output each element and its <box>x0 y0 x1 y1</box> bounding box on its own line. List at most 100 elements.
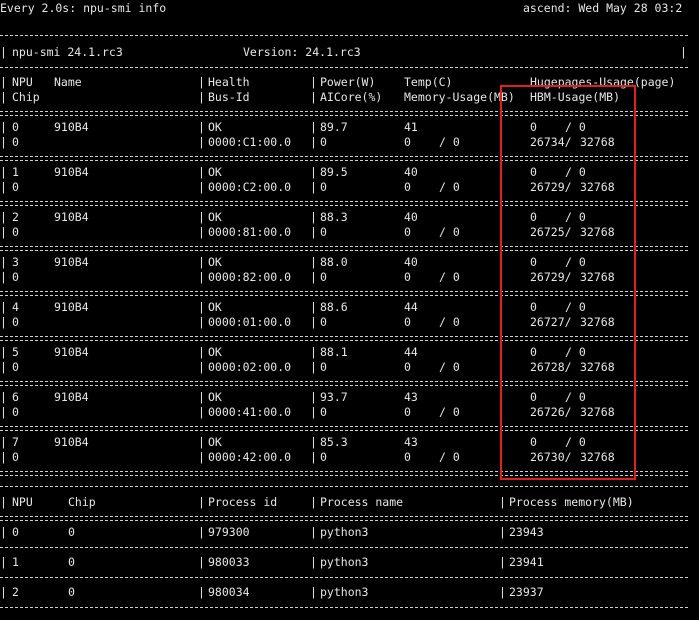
bar: | <box>310 165 317 179</box>
bar: | <box>198 120 205 134</box>
proc-npu: 0 <box>12 525 19 539</box>
bar: | <box>0 180 7 194</box>
bar: | <box>198 180 205 194</box>
col-process-name: Process name <box>320 495 404 509</box>
temperature: 41 <box>404 120 418 134</box>
chip-id: 0 <box>12 225 19 239</box>
aicore-usage: 0 <box>320 135 327 149</box>
memory-total: / 0 <box>439 180 460 194</box>
aicore-usage: 0 <box>320 315 327 329</box>
col-memory-usage: Memory-Usage(MB) <box>404 90 515 104</box>
npu-id: 1 <box>12 165 19 179</box>
tool-name: npu-smi 24.1.rc3 <box>12 45 123 59</box>
col-chip: Chip <box>12 90 40 104</box>
memory-used: 0 <box>404 405 411 419</box>
aicore-usage: 0 <box>320 450 327 464</box>
col-aicore: AICore(%) <box>320 90 383 104</box>
npu-name: 910B4 <box>54 345 89 359</box>
bar: | <box>310 435 317 449</box>
chip-id: 0 <box>12 270 19 284</box>
bar: | <box>310 120 317 134</box>
bar: | <box>0 450 7 464</box>
bar: | <box>0 435 7 449</box>
bar: | <box>310 135 317 149</box>
npu-id: 4 <box>12 300 19 314</box>
bar: | <box>310 360 317 374</box>
temperature: 43 <box>404 390 418 404</box>
bar: | <box>0 225 7 239</box>
memory-used: 0 <box>404 315 411 329</box>
host-time: ascend: Wed May 28 03:2 <box>523 1 683 15</box>
memory-used: 0 <box>404 270 411 284</box>
aicore-usage: 0 <box>320 180 327 194</box>
double-separator <box>0 516 688 521</box>
bus-id: 0000:42:00.0 <box>208 450 292 464</box>
process-memory: 23941 <box>509 555 544 569</box>
col-health: Health <box>208 75 250 89</box>
bar: | <box>198 495 205 509</box>
col-npu: NPU <box>12 75 33 89</box>
bar: | <box>0 210 7 224</box>
power: 93.7 <box>320 390 348 404</box>
proc-chip: 0 <box>68 585 75 599</box>
bar: | <box>198 435 205 449</box>
bar: | <box>198 315 205 329</box>
memory-used: 0 <box>404 180 411 194</box>
bus-id: 0000:C1:00.0 <box>208 135 292 149</box>
bar: | <box>198 405 205 419</box>
chip-id: 0 <box>12 180 19 194</box>
col-power: Power(W) <box>320 75 376 89</box>
proc-npu: 2 <box>12 585 19 599</box>
npu-name: 910B4 <box>54 255 89 269</box>
health: OK <box>208 300 222 314</box>
col-bus-id: Bus-Id <box>208 90 250 104</box>
temperature: 44 <box>404 345 418 359</box>
memory-used: 0 <box>404 360 411 374</box>
bar: | <box>310 345 317 359</box>
npu-id: 0 <box>12 120 19 134</box>
bar: | <box>0 270 7 284</box>
temperature: 43 <box>404 435 418 449</box>
col-process-memory: Process memory(MB) <box>509 495 634 509</box>
box-edge: | <box>680 45 687 59</box>
memory-used: 0 <box>404 225 411 239</box>
bar: | <box>310 390 317 404</box>
bus-id: 0000:02:00.0 <box>208 360 292 374</box>
bar: | <box>499 585 506 599</box>
bar: | <box>0 525 7 539</box>
proc-npu: 1 <box>12 555 19 569</box>
bar: | <box>499 525 506 539</box>
bar: | <box>310 525 317 539</box>
power: 85.3 <box>320 435 348 449</box>
npu-name: 910B4 <box>54 300 89 314</box>
bar: | <box>310 225 317 239</box>
health: OK <box>208 390 222 404</box>
bar: | <box>0 495 7 509</box>
memory-total: / 0 <box>439 405 460 419</box>
separator <box>0 67 688 68</box>
health: OK <box>208 435 222 449</box>
chip-id: 0 <box>12 315 19 329</box>
power: 88.0 <box>320 255 348 269</box>
bar: | <box>310 300 317 314</box>
temperature: 44 <box>404 300 418 314</box>
tool-version: Version: 24.1.rc3 <box>243 45 361 59</box>
bar: | <box>310 585 317 599</box>
temperature: 40 <box>404 210 418 224</box>
bar: | <box>310 315 317 329</box>
npu-id: 6 <box>12 390 19 404</box>
bar: | <box>0 555 7 569</box>
memory-total: / 0 <box>439 135 460 149</box>
box-edge: | <box>0 45 7 59</box>
proc-chip: 0 <box>68 555 75 569</box>
bar: | <box>0 120 7 134</box>
npu-id: 2 <box>12 210 19 224</box>
bar: | <box>310 210 317 224</box>
npu-name: 910B4 <box>54 210 89 224</box>
process-id: 980034 <box>208 585 250 599</box>
watch-command: Every 2.0s: npu-smi info <box>0 1 167 15</box>
col-temp: Temp(C) <box>404 75 453 89</box>
health: OK <box>208 165 222 179</box>
bar: | <box>0 405 7 419</box>
bus-id: 0000:82:00.0 <box>208 270 292 284</box>
